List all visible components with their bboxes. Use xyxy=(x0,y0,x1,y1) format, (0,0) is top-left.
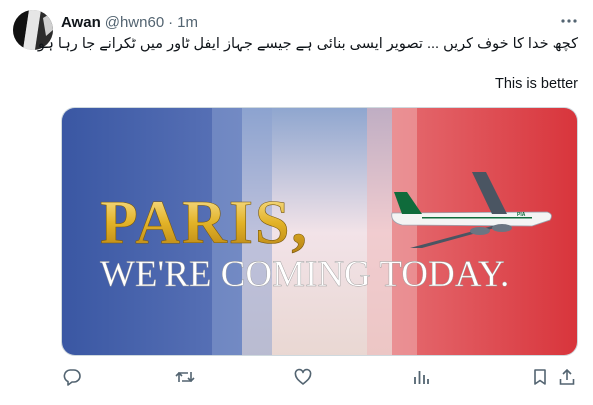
tweet-text-english: This is better xyxy=(495,76,578,92)
reply-icon[interactable] xyxy=(61,366,83,388)
author-handle[interactable]: @hwn60 xyxy=(105,14,164,31)
like-icon[interactable] xyxy=(292,366,314,388)
separator-dot: · xyxy=(168,13,174,31)
tweet-image[interactable]: PIA PARIS, WE'RE COMING TODAY. xyxy=(61,107,578,356)
tweet-header: Awan @hwn60 · 1m xyxy=(61,12,198,32)
svg-text:PIA: PIA xyxy=(517,212,526,218)
tweet-actions xyxy=(61,366,578,390)
tweet-text-urdu: کچھ خدا کا خوف کریں ... تصویر ایسی بنائی… xyxy=(37,36,578,52)
tweet[interactable]: Awan @hwn60 · 1m کچھ خدا کا خوف کریں ...… xyxy=(0,0,593,405)
image-headline: PARIS, xyxy=(100,189,309,257)
bookmark-icon[interactable] xyxy=(529,366,551,388)
more-options-icon[interactable] xyxy=(560,12,578,30)
share-icon[interactable] xyxy=(556,366,578,388)
views-icon[interactable] xyxy=(410,366,432,388)
timestamp[interactable]: 1m xyxy=(177,14,198,31)
repost-icon[interactable] xyxy=(174,366,196,388)
image-subline: WE'RE COMING TODAY. xyxy=(100,254,509,295)
author-name[interactable]: Awan xyxy=(61,14,101,31)
